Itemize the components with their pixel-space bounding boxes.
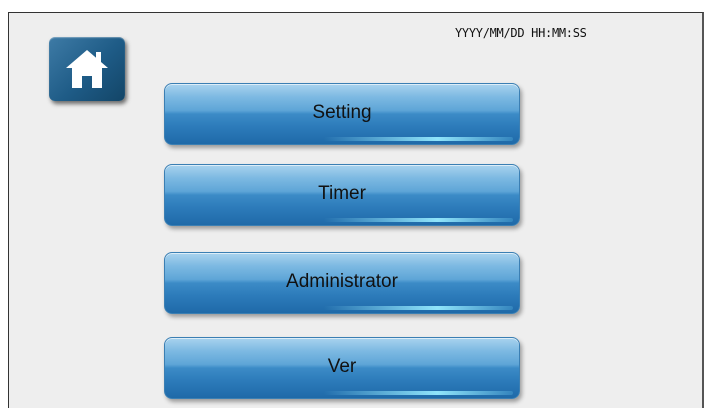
- version-button-label: Ver: [327, 356, 357, 377]
- version-button[interactable]: Ver: [164, 337, 520, 399]
- home-icon: [66, 50, 108, 88]
- setting-button-label: Setting: [312, 102, 372, 123]
- setting-button[interactable]: Setting: [164, 83, 520, 145]
- administrator-button[interactable]: Administrator: [164, 252, 520, 314]
- home-button[interactable]: [49, 37, 125, 101]
- datetime-display: YYYY/MM/DD HH:MM:SS: [455, 26, 587, 40]
- main-screen: YYYY/MM/DD HH:MM:SS Setting Timer Admini…: [8, 12, 704, 408]
- timer-button[interactable]: Timer: [164, 164, 520, 226]
- administrator-button-label: Administrator: [286, 271, 398, 292]
- timer-button-label: Timer: [318, 183, 366, 204]
